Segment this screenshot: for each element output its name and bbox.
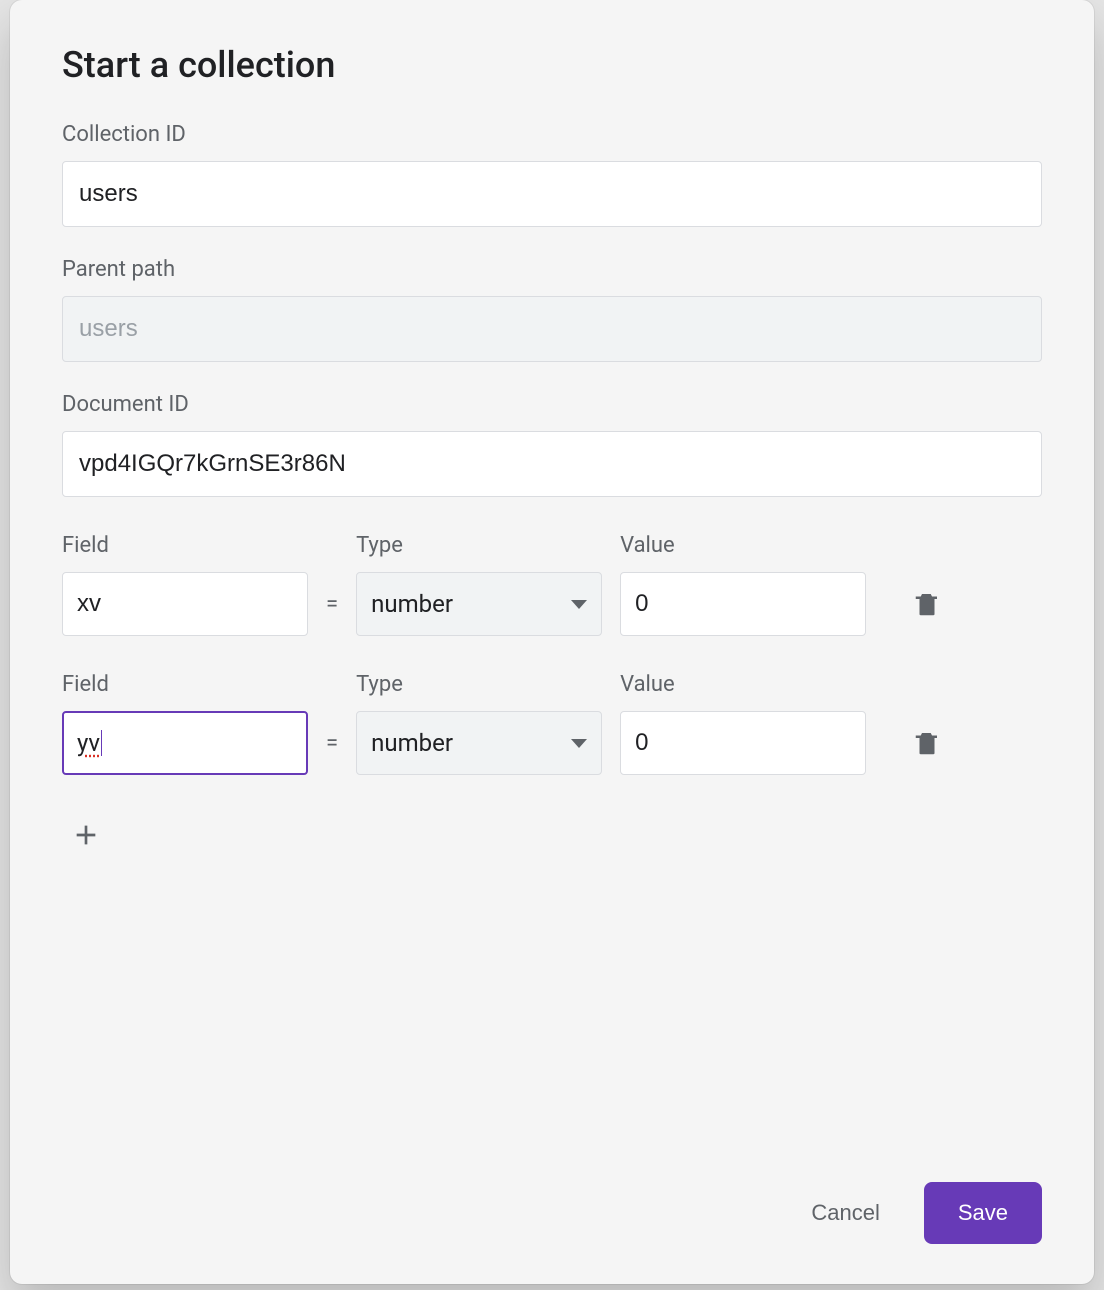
- dialog-title: Start a collection: [62, 44, 1042, 86]
- trash-icon[interactable]: [912, 726, 942, 760]
- field-type-value: number: [371, 590, 453, 618]
- equals-sign: =: [326, 572, 338, 636]
- type-column-label: Type: [356, 672, 602, 697]
- chevron-down-icon: [571, 600, 587, 609]
- field-type-select[interactable]: number: [356, 572, 602, 636]
- type-column-label: Type: [356, 533, 602, 558]
- start-collection-dialog: Start a collection Collection ID Parent …: [10, 0, 1094, 1284]
- document-id-input[interactable]: [62, 431, 1042, 497]
- field-row: Field yv = Type number Value: [62, 672, 1042, 775]
- document-id-group: Document ID: [62, 392, 1042, 497]
- parent-path-input: [62, 296, 1042, 362]
- trash-icon[interactable]: [912, 587, 942, 621]
- add-field-button[interactable]: [62, 811, 110, 859]
- save-button[interactable]: Save: [924, 1182, 1042, 1244]
- field-column-label: Field: [62, 672, 308, 697]
- collection-id-group: Collection ID: [62, 122, 1042, 227]
- field-row: Field = Type number Value: [62, 533, 1042, 636]
- field-column-label: Field: [62, 533, 308, 558]
- field-type-select[interactable]: number: [356, 711, 602, 775]
- document-id-label: Document ID: [62, 392, 1042, 417]
- parent-path-group: Parent path: [62, 257, 1042, 362]
- plus-icon: [70, 819, 102, 851]
- collection-id-label: Collection ID: [62, 122, 1042, 147]
- field-value-input[interactable]: [620, 572, 866, 636]
- field-value-input[interactable]: [620, 711, 866, 775]
- text-caret: [101, 730, 102, 756]
- collection-id-input[interactable]: [62, 161, 1042, 227]
- cancel-button[interactable]: Cancel: [801, 1186, 889, 1240]
- field-type-value: number: [371, 729, 453, 757]
- field-name-input[interactable]: [62, 572, 308, 636]
- equals-sign: =: [326, 711, 338, 775]
- parent-path-label: Parent path: [62, 257, 1042, 282]
- field-name-input[interactable]: yv: [62, 711, 308, 775]
- document-fields: Field = Type number Value: [62, 533, 1042, 859]
- dialog-actions: Cancel Save: [62, 1182, 1042, 1244]
- value-column-label: Value: [620, 672, 866, 697]
- chevron-down-icon: [571, 739, 587, 748]
- value-column-label: Value: [620, 533, 866, 558]
